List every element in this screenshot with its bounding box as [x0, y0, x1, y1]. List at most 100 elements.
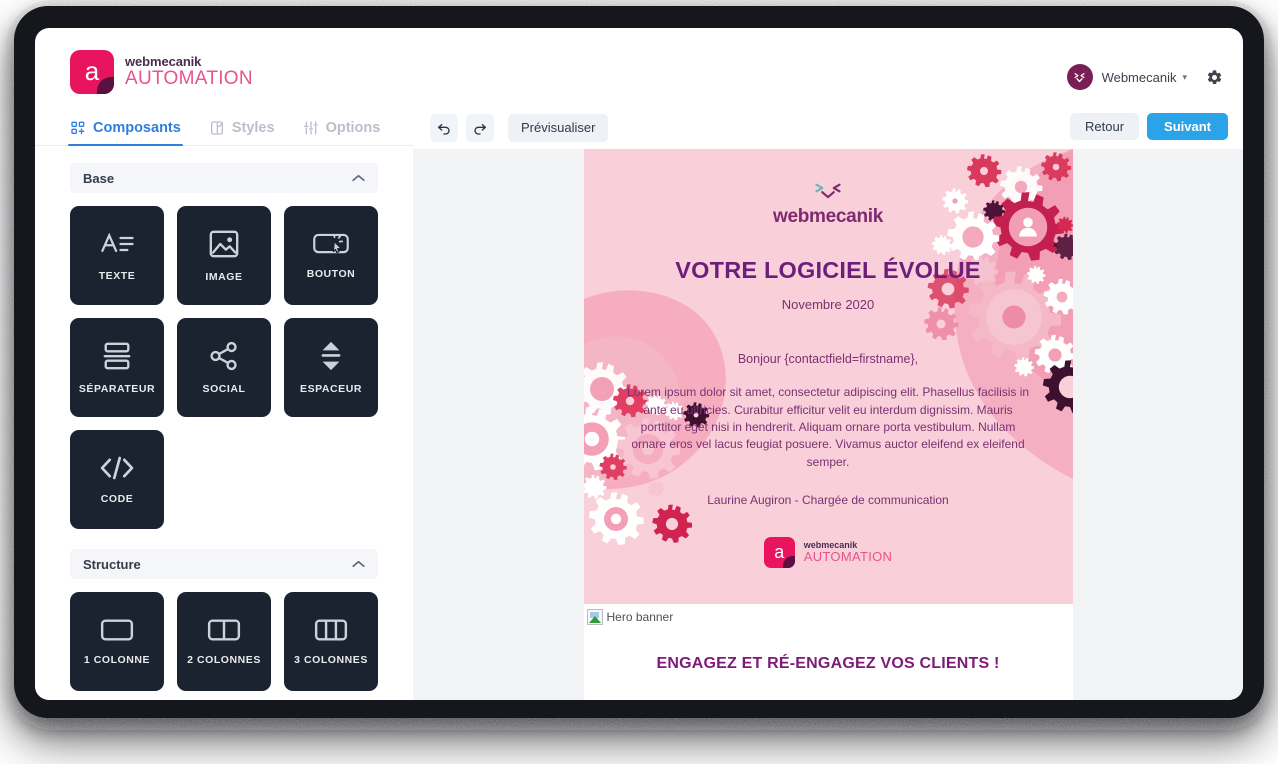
text-icon: [101, 232, 134, 253]
webmecanik-x-logo-icon: [815, 183, 841, 199]
app-header: a webmecanik AUTOMATION Webmecanik ▾: [35, 28, 1243, 106]
sidebar-tabs: Composants Styles Options: [35, 106, 413, 146]
redo-button[interactable]: [466, 113, 494, 142]
email-footer-name-bottom: AUTOMATION: [803, 549, 893, 565]
section-header-structure[interactable]: Structure: [70, 549, 378, 579]
tile-bouton[interactable]: BOUTON: [284, 206, 378, 305]
email-document[interactable]: webmecanik VOTRE LOGICIEL ÉVOLUE Novembr…: [583, 149, 1073, 700]
broken-image-icon-mountain: [588, 616, 601, 623]
undo-button[interactable]: [430, 113, 458, 142]
email-footer-wordmark: webmecanik AUTOMATION: [803, 540, 893, 565]
account-menu[interactable]: Webmecanik ▾: [1066, 64, 1223, 90]
undo-arrow-icon: [438, 123, 450, 135]
webmecanik-x-logo-icon: [1074, 72, 1085, 82]
back-button[interactable]: Retour: [1070, 113, 1140, 140]
email-logo-word: webmecanik: [773, 206, 883, 227]
tab-styles[interactable]: Styles: [209, 120, 275, 145]
tab-composants-label: Composants: [93, 120, 181, 136]
canvas-actions: Retour Suivant: [1070, 113, 1228, 140]
tile-3-colonnes[interactable]: 3 COLONNES: [284, 592, 378, 691]
brand-name-bottom: AUTOMATION: [125, 68, 253, 90]
section-title-base: Base: [83, 170, 115, 186]
chevron-up-glyph: [352, 174, 365, 182]
avatar[interactable]: [1066, 64, 1093, 90]
separator-icon: [103, 342, 131, 370]
sliders-icon: [303, 121, 318, 135]
tile-social[interactable]: SOCIAL: [177, 318, 271, 417]
tile-image[interactable]: IMAGE: [177, 206, 271, 305]
image-icon: [209, 230, 239, 258]
canvas-toolbar: Prévisualiser Retour Suivant: [413, 106, 1243, 149]
code-icon: [100, 456, 134, 480]
structure-tile-grid: 1 COLONNE 2 COLONNES 3 COLONNES: [70, 592, 378, 691]
tile-2-colonnes-label: 2 COLONNES: [187, 654, 261, 666]
chevron-up-icon[interactable]: [352, 558, 365, 570]
tile-1-colonne-label: 1 COLONNE: [83, 654, 151, 666]
email-signature[interactable]: Laurine Augiron - Chargée de communicati…: [618, 493, 1039, 507]
share-icon: [210, 341, 237, 371]
canvas-region: Prévisualiser Retour Suivant webmecanik …: [413, 106, 1243, 700]
button-cursor-icon: [313, 233, 349, 254]
app-window: a webmecanik AUTOMATION Webmecanik ▾ Com…: [35, 28, 1243, 700]
brand-wordmark: webmecanik AUTOMATION: [125, 55, 253, 90]
broken-image-alt-text: Hero banner: [606, 610, 674, 624]
tile-texte-label: TEXTE: [98, 270, 136, 282]
tile-espaceur[interactable]: ESPACEUR: [284, 318, 378, 417]
broken-image-icon: [586, 609, 603, 625]
tile-1-colonne[interactable]: 1 COLONNE: [70, 592, 164, 691]
gear-icon[interactable]: [1206, 69, 1223, 86]
components-grid-icon: [71, 121, 85, 135]
tile-2-colonnes[interactable]: 2 COLONNES: [177, 592, 271, 691]
tile-espaceur-label: ESPACEUR: [300, 383, 362, 395]
section-title-structure: Structure: [83, 556, 141, 572]
tab-options-label: Options: [325, 120, 381, 136]
brand-logo: a webmecanik AUTOMATION: [35, 28, 253, 94]
email-footer-mark-letter: a: [774, 541, 785, 562]
section-header-base[interactable]: Base: [70, 163, 378, 193]
palette-icon: [210, 121, 223, 135]
email-webmecanik-logo: webmecanik: [618, 182, 1039, 228]
chevron-up-icon[interactable]: [352, 172, 365, 184]
brand-name-top: webmecanik: [125, 53, 202, 69]
brand-mark-icon: a: [70, 50, 114, 94]
email-canvas[interactable]: webmecanik VOTRE LOGICIEL ÉVOLUE Novembr…: [413, 149, 1243, 700]
tile-separateur[interactable]: SÉPARATEUR: [70, 318, 164, 417]
email-hero-block[interactable]: webmecanik VOTRE LOGICIEL ÉVOLUE Novembr…: [583, 149, 1073, 604]
email-footer-logo: a webmecanik AUTOMATION: [618, 537, 1039, 569]
broken-image-placeholder[interactable]: Hero banner: [584, 604, 1073, 625]
email-hero-date[interactable]: Novembre 2020: [618, 297, 1039, 312]
email-footer-brand-mark-icon: a: [763, 537, 795, 569]
redo-arrow-icon: [474, 123, 486, 135]
three-columns-icon: [314, 619, 348, 641]
brand-mark-corner: [97, 77, 114, 94]
tile-separateur-label: SÉPARATEUR: [78, 383, 156, 395]
email-section-heading[interactable]: ENGAGEZ ET RÉ-ENGAGEZ VOS CLIENTS !: [584, 625, 1073, 673]
components-panel: Base TEXTE IMAGE BOUTON SÉPARATEUR SOCIA…: [35, 146, 413, 700]
email-hero-title[interactable]: VOTRE LOGICIEL ÉVOLUE: [618, 256, 1039, 284]
tile-texte[interactable]: TEXTE: [70, 206, 164, 305]
chevron-up-glyph: [352, 560, 365, 568]
tile-image-label: IMAGE: [205, 271, 243, 283]
tab-composants[interactable]: Composants: [68, 120, 183, 146]
main-split: Composants Styles Options Base TEXTE IMA…: [35, 106, 1243, 700]
account-name: Webmecanik: [1101, 69, 1177, 85]
email-greeting[interactable]: Bonjour {contactfield=firstname},: [618, 352, 1039, 366]
gear-glyph: [1207, 69, 1222, 84]
email-body-text[interactable]: Lorem ipsum dolor sit amet, consectetur …: [618, 384, 1039, 471]
tab-styles-label: Styles: [231, 120, 275, 136]
tile-3-colonnes-label: 3 COLONNES: [294, 654, 368, 666]
tile-code-label: CODE: [100, 493, 134, 505]
next-button[interactable]: Suivant: [1147, 113, 1228, 140]
tab-options[interactable]: Options: [303, 120, 381, 145]
brand-mark-letter: a: [84, 56, 100, 86]
one-column-icon: [100, 619, 134, 641]
two-columns-icon: [207, 619, 241, 641]
left-sidebar: Composants Styles Options Base TEXTE IMA…: [35, 106, 413, 700]
email-footer-mark-corner: [782, 556, 795, 569]
tile-code[interactable]: CODE: [70, 430, 164, 529]
preview-button[interactable]: Prévisualiser: [508, 113, 609, 142]
hero-content: webmecanik VOTRE LOGICIEL ÉVOLUE Novembr…: [584, 149, 1073, 569]
chevron-down-icon: ▾: [1182, 71, 1187, 82]
spacer-arrows-icon: [321, 341, 341, 371]
base-tile-grid: TEXTE IMAGE BOUTON SÉPARATEUR SOCIAL ESP…: [70, 206, 378, 529]
